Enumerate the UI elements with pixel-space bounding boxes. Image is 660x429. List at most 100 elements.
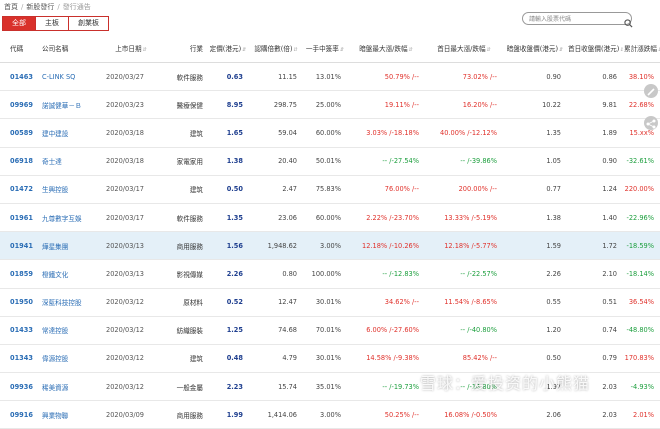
cumulative-change: -18.59% xyxy=(623,231,660,261)
dark-close: 0.50 xyxy=(503,344,567,374)
table-row[interactable]: 01472 生興控股 2020/03/17 建筑 0.50 2.47 75.83% 76.00… xyxy=(0,175,660,204)
col-subscription[interactable]: 認購倍數(倍)⇵ xyxy=(249,34,303,63)
offer-price: 1.38 xyxy=(207,147,249,176)
tab-main-board[interactable]: 主板 xyxy=(35,16,69,31)
col-industry[interactable]: 行業 xyxy=(162,34,207,63)
stock-code[interactable]: 01463 xyxy=(0,62,38,92)
stock-code[interactable]: 01941 xyxy=(0,231,38,261)
col-code[interactable]: 代碼 xyxy=(0,34,38,63)
sort-icon[interactable]: ⇵ xyxy=(487,47,491,53)
listing-date: 2020/03/12 xyxy=(100,316,162,345)
company-name-link[interactable]: 偉源控股 xyxy=(38,344,100,374)
offer-price: 1.99 xyxy=(207,400,249,429)
subscription-multiple: 12.47 xyxy=(249,288,303,317)
table-row[interactable]: 01950 深藍科技控股 2020/03/12 原材料 0.52 12.47 30.01% 3… xyxy=(0,288,660,317)
sort-icon[interactable]: ⇵ xyxy=(242,47,246,53)
breadcrumb-section[interactable]: 新股發行 xyxy=(26,3,54,11)
search-input[interactable]: 請輸入股票代碼 xyxy=(522,12,632,25)
col-allotment[interactable]: 一手中簽率⇵ xyxy=(303,34,347,63)
sort-icon[interactable]: ⇵ xyxy=(293,47,297,53)
first-day-range: 200.00% /-- xyxy=(425,175,503,204)
stock-code[interactable]: 01472 xyxy=(0,175,38,204)
industry: 商用服務 xyxy=(162,231,207,261)
stock-code[interactable]: 01343 xyxy=(0,344,38,374)
company-name-link[interactable]: 常達控股 xyxy=(38,316,100,345)
stock-code[interactable]: 09936 xyxy=(0,372,38,402)
allotment-rate: 60.00% xyxy=(303,118,347,148)
industry: 一般金屬 xyxy=(162,372,207,402)
first-day-close: 1.40 xyxy=(567,203,623,233)
table-row[interactable]: 01941 燁星集團 2020/03/13 商用服務 1.56 1,948.62 3.00%… xyxy=(0,231,660,261)
offer-price: 0.63 xyxy=(207,62,249,92)
company-name-link[interactable]: 生興控股 xyxy=(38,175,100,204)
table-row[interactable]: 01859 橙鐵文化 2020/03/13 影視傳媒 2.26 0.80 100.00% --… xyxy=(0,259,660,289)
table-row[interactable]: 01433 常達控股 2020/03/12 紡織服裝 1.25 74.68 70.01% 6.… xyxy=(0,316,660,345)
offer-price: 0.48 xyxy=(207,344,249,374)
search-icon[interactable] xyxy=(624,13,633,28)
subscription-multiple: 11.15 xyxy=(249,62,303,92)
table-row[interactable]: 01343 偉源控股 2020/03/12 建筑 0.48 4.79 30.01% 14.58… xyxy=(0,344,660,374)
stock-code[interactable]: 00589 xyxy=(0,118,38,148)
col-date[interactable]: 上市日期⇵ xyxy=(100,34,162,63)
tab-gem[interactable]: 創業板 xyxy=(68,16,109,31)
table-row[interactable]: 01463 C-LINK SQ 2020/03/27 軟件服務 0.63 11.15 13.… xyxy=(0,62,660,92)
stock-code[interactable]: 09969 xyxy=(0,90,38,120)
subscription-multiple: 2.47 xyxy=(249,175,303,204)
table-row[interactable]: 00589 建中建設 2020/03/18 建筑 1.65 59.04 60.00% 3.03… xyxy=(0,118,660,148)
col-first-range[interactable]: 首日最大漲/跌幅⇵ xyxy=(425,34,503,63)
allotment-rate: 75.83% xyxy=(303,175,347,204)
industry: 醫療保健 xyxy=(162,90,207,120)
table-row[interactable]: 06918 奇士達 2020/03/18 家電家用 1.38 20.40 50.01% -- … xyxy=(0,147,660,176)
company-name-link[interactable]: 九尊數字互娛 xyxy=(38,203,100,233)
company-name-link[interactable]: 稀美資源 xyxy=(38,372,100,402)
breadcrumb: 首頁 / 新股發行 / 發行通告 xyxy=(4,3,91,11)
table-row[interactable]: 09969 諾誠健華－Ｂ 2020/03/23 醫療保健 8.95 298.75 25.00… xyxy=(0,90,660,120)
allotment-rate: 30.01% xyxy=(303,288,347,317)
first-day-close: 0.51 xyxy=(567,288,623,317)
col-cumulative[interactable]: 累計漲跌幅⇵ xyxy=(623,34,660,63)
listing-date: 2020/03/09 xyxy=(100,400,162,429)
company-name-link[interactable]: 興業物聯 xyxy=(38,400,100,429)
company-name-link[interactable]: 奇士達 xyxy=(38,147,100,176)
share-icon[interactable] xyxy=(644,116,658,130)
industry: 建筑 xyxy=(162,344,207,374)
stock-code[interactable]: 01859 xyxy=(0,259,38,289)
cumulative-change: 36.54% xyxy=(623,288,660,317)
first-day-range: 85.42% /-- xyxy=(425,344,503,374)
company-name-link[interactable]: 諾誠健華－Ｂ xyxy=(38,90,100,120)
stock-code[interactable]: 01433 xyxy=(0,316,38,345)
dark-range: 14.58% /-9.38% xyxy=(347,344,425,374)
sort-icon[interactable]: ⇵ xyxy=(143,47,147,53)
sort-icon[interactable]: ⇵ xyxy=(559,47,563,53)
tab-all[interactable]: 全部 xyxy=(2,16,36,31)
sort-icon[interactable]: ⇵ xyxy=(409,47,413,53)
sort-icon[interactable]: ⇵ xyxy=(620,47,623,53)
offer-price: 2.23 xyxy=(207,372,249,402)
company-name-link[interactable]: 橙鐵文化 xyxy=(38,259,100,289)
col-first-close[interactable]: 首日收盤價(港元)⇵ xyxy=(567,34,623,63)
col-price[interactable]: 定價(港元)⇵ xyxy=(207,34,249,63)
col-dark-range[interactable]: 暗盤最大漲/跌幅⇵ xyxy=(347,34,425,63)
sort-icon[interactable]: ⇵ xyxy=(340,47,344,53)
listing-date: 2020/03/18 xyxy=(100,147,162,176)
company-name-link[interactable]: 深藍科技控股 xyxy=(38,288,100,317)
stock-code[interactable]: 01961 xyxy=(0,203,38,233)
col-name[interactable]: 公司名稱 xyxy=(38,34,100,63)
col-dark-close[interactable]: 暗盤收盤價(港元)⇵ xyxy=(503,34,567,63)
listing-date: 2020/03/13 xyxy=(100,259,162,289)
breadcrumb-home[interactable]: 首頁 xyxy=(4,3,18,11)
allotment-rate: 35.01% xyxy=(303,372,347,402)
company-name-link[interactable]: C-LINK SQ xyxy=(38,62,100,92)
first-day-range: 16.08% /-0.50% xyxy=(425,400,503,429)
stock-code[interactable]: 09916 xyxy=(0,400,38,429)
dark-range: 2.22% /-23.70% xyxy=(347,203,425,233)
first-day-close: 1.89 xyxy=(567,118,623,148)
edit-icon[interactable] xyxy=(644,84,658,98)
company-name-link[interactable]: 燁星集團 xyxy=(38,231,100,261)
table-row[interactable]: 01961 九尊數字互娛 2020/03/17 軟件服務 1.35 23.06 60.00%… xyxy=(0,203,660,233)
stock-code[interactable]: 06918 xyxy=(0,147,38,176)
stock-code[interactable]: 01950 xyxy=(0,288,38,317)
allotment-rate: 50.01% xyxy=(303,147,347,176)
company-name-link[interactable]: 建中建設 xyxy=(38,118,100,148)
table-row[interactable]: 09916 興業物聯 2020/03/09 商用服務 1.99 1,414.06 3.00%… xyxy=(0,400,660,429)
